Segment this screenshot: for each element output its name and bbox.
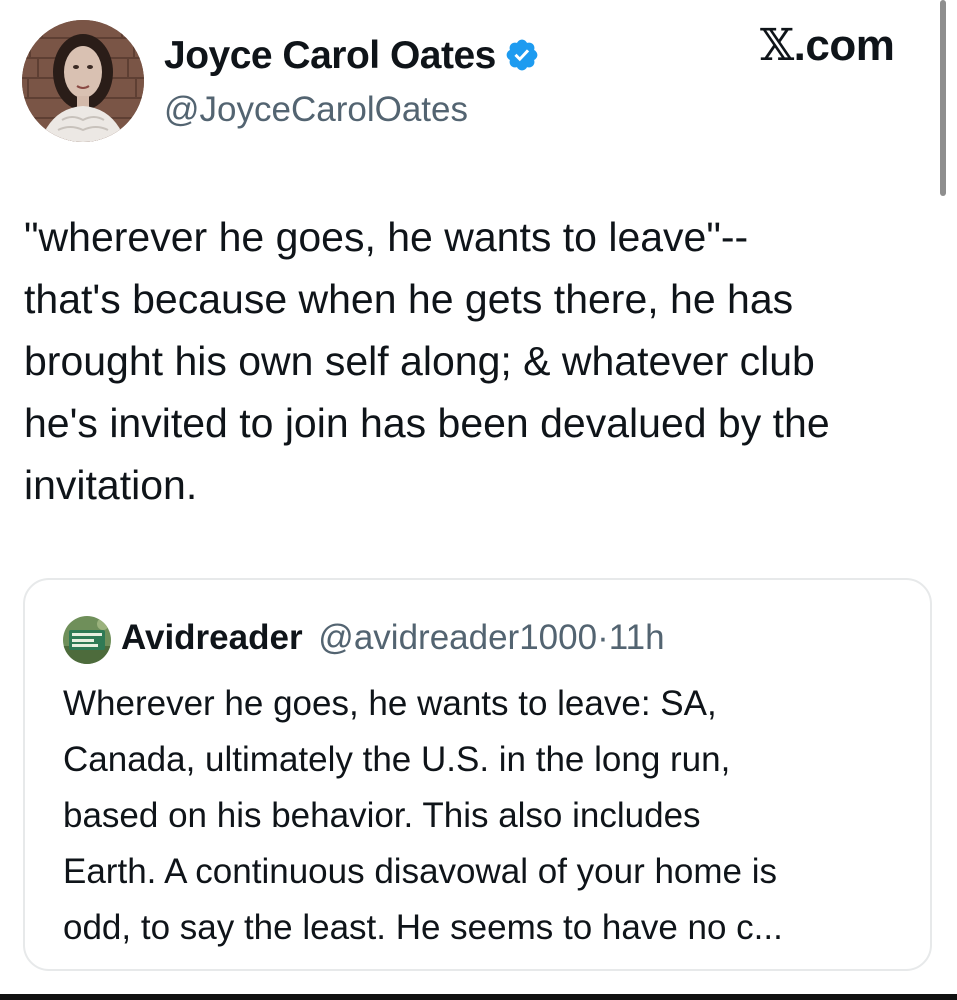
author-avatar[interactable] xyxy=(22,20,144,142)
quoted-author-name[interactable]: Avidreader xyxy=(121,618,303,657)
verified-badge-icon xyxy=(506,39,538,71)
site-label: .com xyxy=(793,21,895,70)
quoted-tweet-text: Wherever he goes, he wants to leave: SA,… xyxy=(63,684,783,947)
author-handle[interactable]: @JoyceCarolOates xyxy=(164,90,468,130)
scrollbar[interactable] xyxy=(940,0,946,196)
quoted-tweet-card[interactable]: Avidreader @avidreader1000·11h Wherever … xyxy=(23,578,932,971)
tweet-body-text: "wherever he goes, he wants to leave"-- … xyxy=(24,214,830,508)
author-name-text: Joyce Carol Oates xyxy=(164,34,496,77)
quoted-timestamp[interactable]: 11h xyxy=(609,618,665,657)
meta-separator: · xyxy=(597,618,609,657)
quoted-tweet-header: Avidreader @avidreader1000·11h xyxy=(121,618,665,658)
x-brand-logo: 𝕏.com xyxy=(760,20,895,71)
author-name[interactable]: Joyce Carol Oates xyxy=(164,34,540,78)
x-logo-icon: 𝕏 xyxy=(760,20,794,71)
bottom-edge-bar xyxy=(0,994,957,1000)
quoted-author-handle[interactable]: @avidreader1000 xyxy=(318,618,597,657)
quoted-author-avatar[interactable] xyxy=(63,616,111,664)
